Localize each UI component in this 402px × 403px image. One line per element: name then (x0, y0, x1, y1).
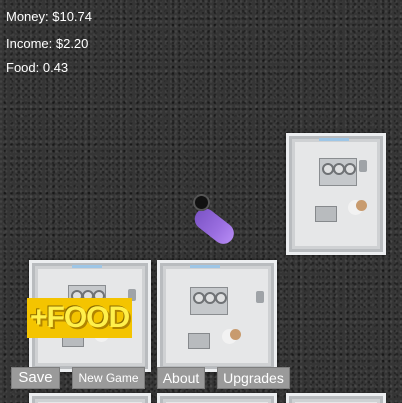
creature-body (190, 204, 239, 249)
creature-hole (193, 194, 210, 211)
game-board[interactable]: Money: $10.74 Income: $2.20 Food: 0.43 +… (0, 0, 402, 403)
food-counter: Food: 0.43 (6, 60, 69, 75)
room-tile[interactable] (286, 133, 386, 255)
save-button[interactable]: Save (11, 367, 60, 389)
room-tile[interactable] (157, 260, 277, 372)
income-counter: Income: $2.20 (6, 36, 89, 51)
money-counter: Money: $10.74 (6, 9, 93, 24)
about-button[interactable]: About (157, 367, 205, 389)
room-tile[interactable] (286, 393, 386, 403)
room-tile[interactable] (29, 393, 151, 403)
room-tile[interactable] (157, 393, 277, 403)
add-food-button[interactable]: +FOOD (27, 298, 133, 338)
upgrades-button[interactable]: Upgrades (217, 367, 290, 389)
new-game-button[interactable]: New Game (72, 367, 145, 389)
